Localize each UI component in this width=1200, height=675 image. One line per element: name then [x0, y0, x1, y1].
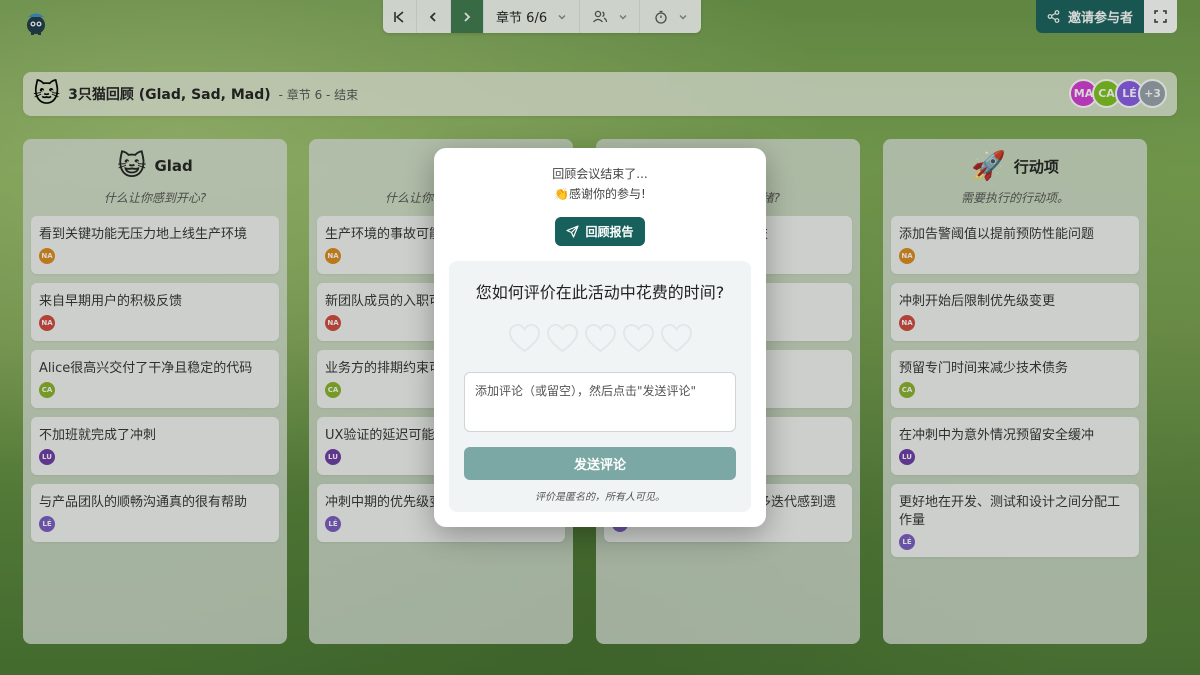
send-icon [566, 225, 580, 238]
heart-icon[interactable] [546, 323, 579, 354]
retro-ended-modal: 回顾会议结束了... 👏感谢你的参与! 回顾报告 您如何评价在此活动中花费的时间… [434, 148, 766, 527]
send-comment-button[interactable]: 发送评论 [464, 447, 736, 480]
report-button-label: 回顾报告 [585, 225, 634, 239]
rating-question: 您如何评价在此活动中花费的时间? [475, 283, 725, 302]
heart-icon[interactable] [584, 323, 617, 354]
retro-ended-text: 回顾会议结束了... [552, 167, 648, 181]
heart-rating [449, 323, 751, 354]
thanks-text: 👏感谢你的参与! [554, 187, 646, 201]
heart-icon[interactable] [508, 323, 541, 354]
heart-icon[interactable] [660, 323, 693, 354]
comment-input[interactable] [464, 372, 736, 432]
retro-report-button[interactable]: 回顾报告 [555, 217, 645, 246]
feedback-panel: 您如何评价在此活动中花费的时间? 发送评论 评价是匿名的，所有人可见。 [449, 261, 751, 512]
heart-icon[interactable] [622, 323, 655, 354]
anonymous-note: 评价是匿名的，所有人可见。 [535, 492, 665, 503]
